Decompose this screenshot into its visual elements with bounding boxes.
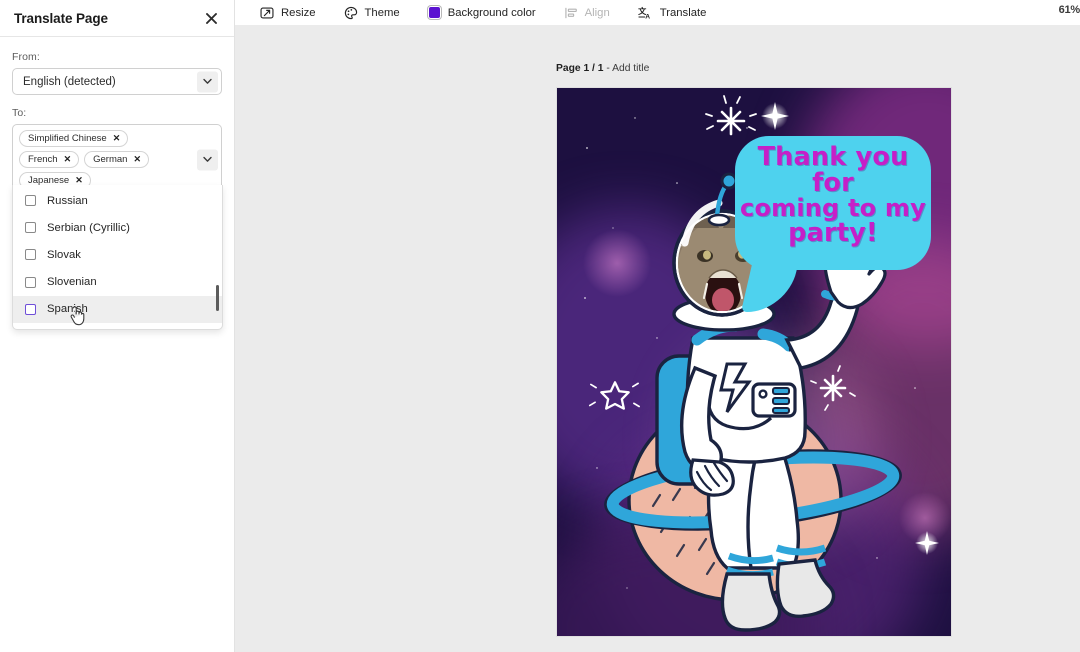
language-tag-label: Simplified Chinese	[28, 133, 107, 144]
speech-bubble-text[interactable]: Thank you for coming to my party!	[735, 144, 931, 246]
to-chevron-down-icon[interactable]	[197, 149, 218, 170]
language-option-row[interactable]: Spanish	[13, 296, 222, 323]
dropdown-scrollbar[interactable]	[216, 189, 219, 323]
panel-header: Translate Page	[0, 0, 234, 37]
language-option-row[interactable]: Slovak	[13, 241, 222, 268]
chevron-down-icon[interactable]	[197, 71, 218, 92]
language-option-label: Spanish	[47, 303, 88, 315]
language-option-checkbox[interactable]	[25, 195, 36, 206]
language-option-checkbox[interactable]	[25, 222, 36, 233]
language-tag[interactable]: French ✕	[19, 151, 79, 168]
page-add-title[interactable]: - Add title	[604, 63, 650, 74]
language-tag[interactable]: Simplified Chinese ✕	[19, 130, 128, 147]
to-label: To:	[12, 107, 222, 119]
panel-body: From: English (detected) To: Simplified …	[0, 37, 234, 195]
language-tag-label: French	[28, 154, 58, 165]
toolbar-item-translate[interactable]: 文 A Translate	[629, 4, 716, 22]
remove-language-tag-icon[interactable]: ✕	[75, 176, 83, 185]
remove-language-tag-icon[interactable]: ✕	[113, 134, 121, 143]
bubble-line-1: Thank you for	[735, 144, 931, 196]
translate-page-panel: Translate Page From: English (detected) …	[0, 0, 235, 652]
from-language-select[interactable]: English (detected)	[12, 68, 222, 95]
language-option-label: Serbian (Cyrillic)	[47, 222, 130, 234]
toolbar-label-background-color: Background color	[448, 7, 536, 19]
star-doodle-left	[590, 382, 639, 408]
language-tag[interactable]: German ✕	[84, 151, 149, 168]
toolbar-item-resize[interactable]: Resize	[251, 4, 325, 22]
page-number: Page 1 / 1	[556, 63, 604, 74]
svg-text:A: A	[645, 13, 650, 19]
remove-language-tag-icon[interactable]: ✕	[64, 155, 72, 164]
bubble-line-2: coming to my	[735, 196, 931, 220]
toolbar-item-align: Align	[555, 4, 619, 22]
design-artboard[interactable]: Thank you for coming to my party!	[557, 88, 951, 636]
align-icon	[564, 6, 578, 20]
language-options-dropdown[interactable]: Russian Serbian (Cyrillic) Slovak Slovenian…	[12, 185, 223, 330]
language-option-row[interactable]: Serbian (Cyrillic)	[13, 214, 222, 241]
from-language-value: English (detected)	[23, 76, 116, 88]
page-title: Translate Page	[14, 11, 108, 26]
toolbar-item-theme[interactable]: Theme	[335, 4, 409, 22]
from-label: From:	[12, 51, 222, 63]
zoom-level-indicator[interactable]: 61%	[1059, 4, 1080, 16]
language-options-list: Russian Serbian (Cyrillic) Slovak Slovenian…	[13, 187, 222, 323]
sparkle-doodle-right	[811, 366, 855, 410]
bright-star	[761, 102, 789, 130]
close-icon[interactable]	[200, 7, 222, 29]
language-option-checkbox[interactable]	[25, 249, 36, 260]
language-option-row[interactable]: Russian	[13, 187, 222, 214]
language-option-checkbox[interactable]	[25, 304, 36, 315]
bubble-line-3: party!	[735, 220, 931, 246]
language-option-label: Slovak	[47, 249, 81, 261]
editor-toolbar: Resize Theme Background color	[235, 0, 1080, 25]
toolbar-item-background-color[interactable]: Background color	[419, 4, 545, 21]
editor-main: Resize Theme Background color	[235, 0, 1080, 652]
toolbar-label-translate: Translate	[660, 7, 707, 19]
remove-language-tag-icon[interactable]: ✕	[133, 155, 141, 164]
toolbar-label-resize: Resize	[281, 7, 316, 19]
language-option-checkbox[interactable]	[25, 277, 36, 288]
app-root: Translate Page From: English (detected) …	[0, 0, 1080, 652]
resize-icon	[260, 6, 274, 20]
language-tag-label: German	[93, 154, 127, 165]
canvas-area[interactable]: Page 1 / 1 - Add title	[235, 25, 1080, 652]
language-option-label: Russian	[47, 195, 88, 207]
toolbar-label-theme: Theme	[365, 7, 400, 19]
toolbar-label-align: Align	[585, 7, 610, 19]
dropdown-scrollbar-thumb[interactable]	[216, 285, 219, 311]
translate-icon: 文 A	[638, 6, 653, 20]
background-color-swatch	[428, 6, 441, 19]
page-title-label[interactable]: Page 1 / 1 - Add title	[556, 63, 649, 74]
sparkle-doodle-top	[706, 96, 756, 134]
language-option-label: Slovenian	[47, 276, 97, 288]
language-option-row[interactable]: Slovenian	[13, 269, 222, 296]
theme-palette-icon	[344, 6, 358, 20]
